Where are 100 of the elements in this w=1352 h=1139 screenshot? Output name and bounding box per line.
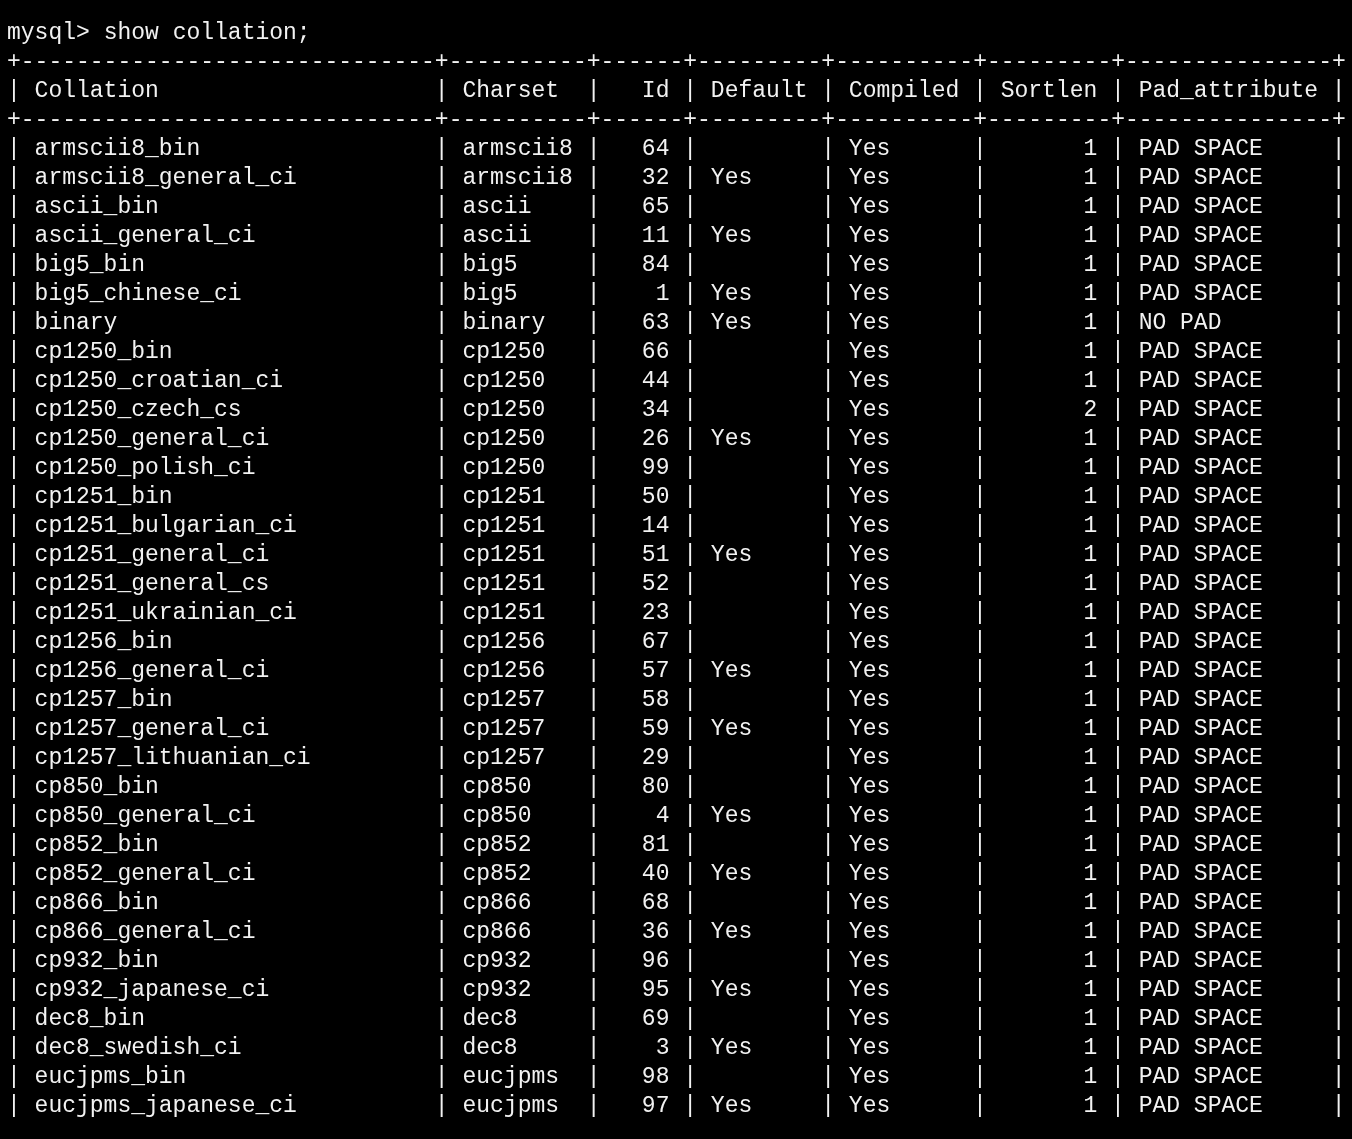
table-cell-text: 1 bbox=[1082, 773, 1098, 802]
column-separator: | bbox=[821, 628, 836, 657]
table-cell-text: 80 bbox=[640, 773, 670, 802]
table-cell-text: 64 bbox=[640, 135, 670, 164]
table-cell-text: PAD SPACE bbox=[1138, 657, 1264, 686]
column-header: Default bbox=[710, 77, 808, 106]
table-cell-text: 1 bbox=[1082, 1092, 1098, 1121]
table-cell-text: PAD SPACE bbox=[1138, 164, 1264, 193]
column-separator: | bbox=[434, 512, 449, 541]
column-separator: | bbox=[434, 483, 449, 512]
table-cell-text: Yes bbox=[710, 860, 754, 889]
table-cell-text: PAD SPACE bbox=[1138, 280, 1264, 309]
table-cell-text: PAD SPACE bbox=[1138, 976, 1264, 1005]
table-cell-text: cp1250 bbox=[462, 396, 547, 425]
column-separator: | bbox=[1331, 715, 1346, 744]
column-separator: | bbox=[434, 831, 449, 860]
column-separator: | bbox=[821, 686, 836, 715]
table-cell-text: Yes bbox=[710, 309, 754, 338]
table-cell-text: cp1251_bulgarian_ci bbox=[34, 512, 298, 541]
column-separator: | bbox=[7, 1092, 21, 1121]
column-separator: | bbox=[973, 947, 987, 976]
table-cell-text: cp1257_general_ci bbox=[34, 715, 271, 744]
column-separator: | bbox=[7, 744, 21, 773]
column-separator: | bbox=[973, 831, 987, 860]
column-separator: | bbox=[434, 570, 449, 599]
column-separator: | bbox=[1331, 1063, 1346, 1092]
table-cell-text: 1 bbox=[1082, 889, 1098, 918]
table-cell-text: cp1250_croatian_ci bbox=[34, 367, 285, 396]
column-separator: | bbox=[586, 1005, 601, 1034]
table-cell-text: dec8 bbox=[462, 1034, 519, 1063]
column-separator: | bbox=[973, 280, 987, 309]
table-cell-text: cp1256 bbox=[462, 657, 547, 686]
table-cell-text: cp1257 bbox=[462, 744, 547, 773]
column-separator: | bbox=[973, 396, 987, 425]
table-cell-text: Yes bbox=[848, 744, 892, 773]
table-cell-text: eucjpms bbox=[462, 1063, 561, 1092]
column-separator: | bbox=[973, 483, 987, 512]
column-separator: | bbox=[683, 222, 698, 251]
column-separator: | bbox=[973, 77, 987, 106]
table-cell-text: PAD SPACE bbox=[1138, 251, 1264, 280]
table-cell-text: Yes bbox=[848, 367, 892, 396]
column-separator: | bbox=[7, 657, 21, 686]
column-separator: | bbox=[586, 135, 601, 164]
column-separator: | bbox=[821, 222, 836, 251]
column-separator: | bbox=[434, 1005, 449, 1034]
column-separator: | bbox=[7, 280, 21, 309]
table-cell-text: Yes bbox=[848, 860, 892, 889]
table-cell-text: eucjpms_japanese_ci bbox=[34, 1092, 298, 1121]
table-cell-text: Yes bbox=[848, 947, 892, 976]
column-separator: | bbox=[7, 193, 21, 222]
column-separator: | bbox=[683, 251, 698, 280]
column-separator: | bbox=[1331, 483, 1346, 512]
table-cell-text: cp1251 bbox=[462, 541, 547, 570]
table-cell-text: NO PAD bbox=[1138, 309, 1223, 338]
column-separator: | bbox=[683, 831, 698, 860]
column-separator: | bbox=[683, 338, 698, 367]
table-cell-text: Yes bbox=[710, 802, 754, 831]
table-cell-text: Yes bbox=[848, 280, 892, 309]
column-separator: | bbox=[1111, 744, 1125, 773]
table-cell-text: Yes bbox=[848, 657, 892, 686]
table-cell-text: Yes bbox=[848, 802, 892, 831]
column-separator: | bbox=[1111, 541, 1125, 570]
column-separator: | bbox=[434, 686, 449, 715]
table-cell-text: 1 bbox=[1082, 135, 1098, 164]
column-separator: | bbox=[973, 773, 987, 802]
column-separator: | bbox=[1111, 860, 1125, 889]
column-separator: | bbox=[683, 193, 698, 222]
column-separator: | bbox=[586, 947, 601, 976]
column-separator: | bbox=[683, 889, 698, 918]
column-separator: | bbox=[1111, 1063, 1125, 1092]
table-cell-text: cp1251 bbox=[462, 483, 547, 512]
column-separator: | bbox=[821, 425, 836, 454]
table-border: +------------------------------+----------+------+---------+----------+---------+---------------+ bbox=[7, 49, 1346, 75]
table-cell-text: Yes bbox=[848, 135, 892, 164]
table-cell-text: Yes bbox=[848, 222, 892, 251]
column-separator: | bbox=[1111, 628, 1125, 657]
column-separator: | bbox=[7, 860, 21, 889]
table-cell-text: 2 bbox=[1082, 396, 1098, 425]
column-separator: | bbox=[973, 686, 987, 715]
column-header: Pad_attribute bbox=[1138, 77, 1319, 106]
column-separator: | bbox=[434, 193, 449, 222]
column-separator: | bbox=[973, 1063, 987, 1092]
table-cell-text: cp1251_bin bbox=[34, 483, 174, 512]
column-separator: | bbox=[1331, 135, 1346, 164]
table-cell-text: cp1251 bbox=[462, 599, 547, 628]
column-separator: | bbox=[821, 367, 836, 396]
column-separator: | bbox=[1331, 541, 1346, 570]
column-separator: | bbox=[7, 396, 21, 425]
table-cell-text: 34 bbox=[640, 396, 670, 425]
column-separator: | bbox=[821, 309, 836, 338]
table-cell-text: 14 bbox=[640, 512, 670, 541]
column-separator: | bbox=[1331, 773, 1346, 802]
table-cell-text: PAD SPACE bbox=[1138, 715, 1264, 744]
column-separator: | bbox=[7, 715, 21, 744]
column-separator: | bbox=[973, 599, 987, 628]
column-separator: | bbox=[821, 396, 836, 425]
column-separator: | bbox=[434, 947, 449, 976]
column-separator: | bbox=[586, 338, 601, 367]
column-separator: | bbox=[1331, 831, 1346, 860]
column-separator: | bbox=[434, 889, 449, 918]
